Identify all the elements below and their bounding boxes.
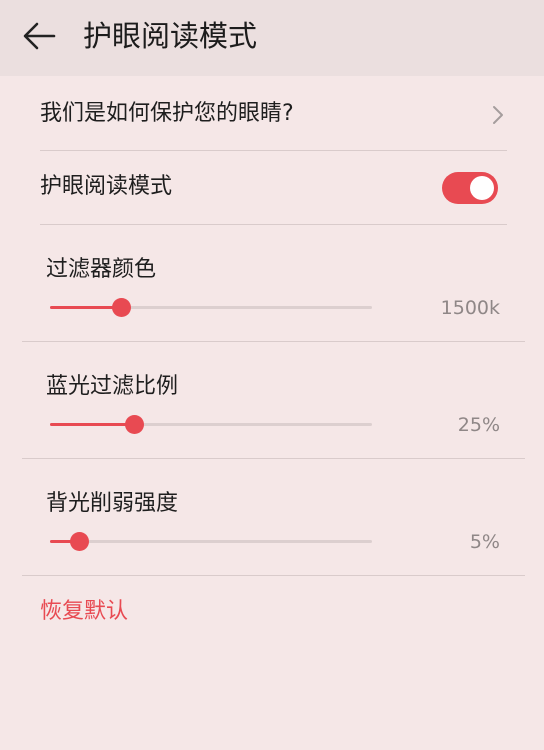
- filter-color-label: 过滤器颜色: [46, 257, 157, 282]
- slider-track: [50, 540, 372, 543]
- chevron-right-icon: [493, 106, 503, 124]
- eye-mode-label: 护眼阅读模式: [40, 174, 173, 199]
- restore-defaults-button[interactable]: 恢复默认: [40, 596, 128, 628]
- divider: [22, 575, 525, 576]
- eye-mode-toggle[interactable]: [442, 172, 498, 204]
- eye-protection-info-label: 我们是如何保护您的眼睛?: [40, 101, 294, 126]
- backlight-reduction-slider[interactable]: [50, 529, 372, 553]
- backlight-reduction-value: 5%: [469, 531, 500, 553]
- filter-color-value: 1500k: [440, 297, 500, 319]
- slider-fill: [50, 306, 121, 309]
- page-title: 护眼阅读模式: [83, 19, 258, 53]
- back-button[interactable]: [16, 14, 62, 60]
- slider-fill: [50, 423, 134, 426]
- slider-thumb[interactable]: [112, 298, 131, 317]
- divider: [40, 150, 507, 151]
- filter-color-slider[interactable]: [50, 295, 372, 319]
- blue-light-filter-label: 蓝光过滤比例: [46, 374, 179, 399]
- backlight-reduction-label: 背光削弱强度: [46, 491, 179, 516]
- divider: [22, 341, 525, 342]
- slider-thumb[interactable]: [70, 532, 89, 551]
- arrow-left-icon: [23, 22, 56, 50]
- app-header: 护眼阅读模式: [0, 0, 544, 76]
- divider: [22, 458, 525, 459]
- slider-thumb[interactable]: [125, 415, 144, 434]
- blue-light-filter-slider[interactable]: [50, 412, 372, 436]
- divider: [40, 224, 507, 225]
- toggle-knob: [470, 176, 494, 200]
- blue-light-filter-value: 25%: [457, 414, 500, 436]
